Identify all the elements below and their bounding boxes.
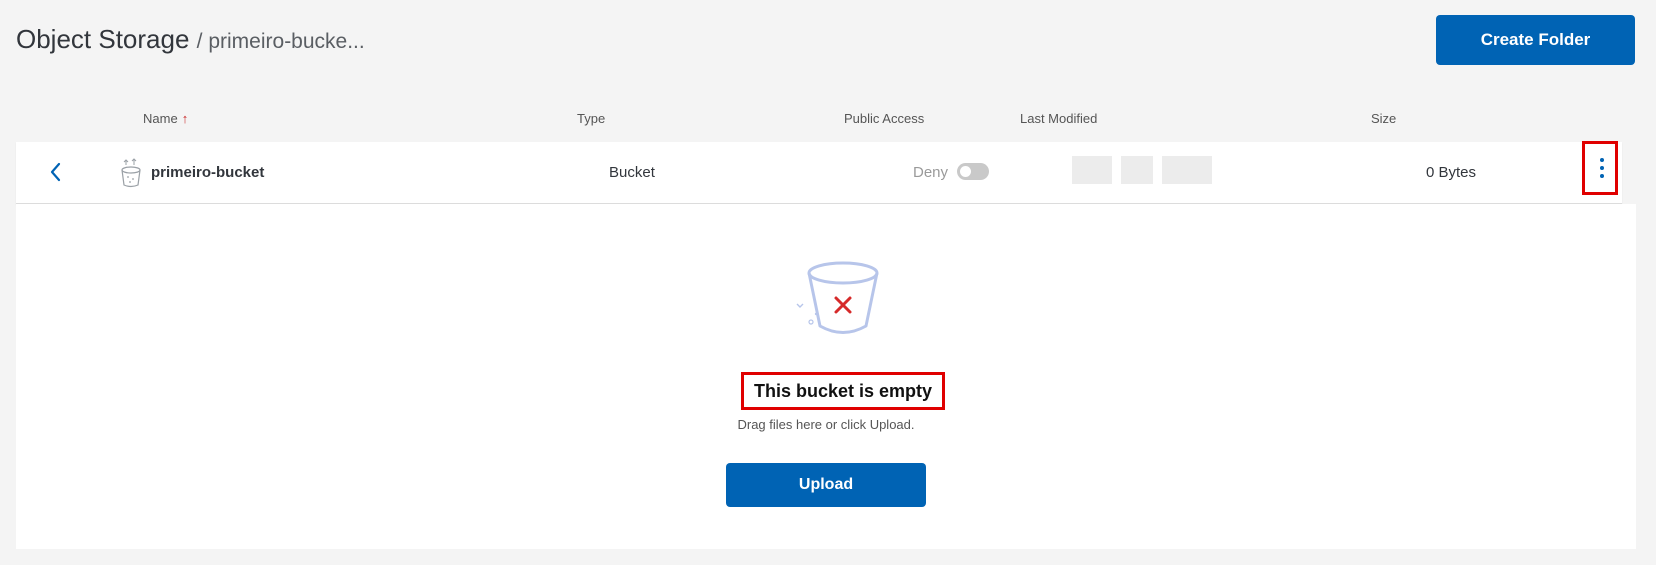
redacted-block — [1162, 156, 1212, 184]
kebab-menu-icon[interactable] — [1582, 141, 1618, 195]
column-header-public-access[interactable]: Public Access — [844, 111, 924, 126]
sort-arrow-icon: ↑ — [181, 111, 189, 126]
empty-state-subtitle: Drag files here or click Upload. — [737, 417, 915, 432]
table-row[interactable]: primeiro-bucket Bucket Deny 0 Bytes — [16, 141, 1622, 204]
bucket-icon — [120, 156, 142, 193]
empty-state-title: This bucket is empty — [741, 372, 945, 410]
toggle-knob — [960, 166, 971, 177]
column-header-name[interactable]: Name ↑ — [143, 111, 188, 126]
public-access-toggle[interactable] — [957, 163, 989, 180]
bucket-name[interactable]: primeiro-bucket — [151, 164, 264, 181]
empty-bucket-icon — [774, 258, 884, 353]
chevron-left-icon[interactable] — [44, 160, 68, 184]
size-value: 0 Bytes — [1426, 164, 1477, 181]
page-title-text: Object Storage — [16, 24, 190, 54]
column-header-name-label: Name — [143, 111, 178, 126]
breadcrumb: / primeiro-bucke... — [196, 30, 365, 53]
column-header-last-modified[interactable]: Last Modified — [1020, 111, 1097, 126]
kebab-dot — [1600, 158, 1604, 162]
redacted-block — [1121, 156, 1153, 184]
page-title: Object Storage / primeiro-bucke... — [16, 24, 365, 55]
kebab-dot — [1600, 166, 1604, 170]
column-header-type[interactable]: Type — [577, 111, 605, 126]
public-access-label: Deny — [913, 164, 949, 181]
column-header-size[interactable]: Size — [1371, 111, 1396, 126]
create-folder-button[interactable]: Create Folder — [1436, 15, 1635, 65]
redacted-block — [1072, 156, 1112, 184]
upload-button[interactable]: Upload — [726, 463, 926, 507]
bucket-type: Bucket — [609, 164, 655, 181]
kebab-dot — [1600, 174, 1604, 178]
empty-state-panel[interactable]: This bucket is empty Drag files here or … — [16, 204, 1636, 549]
